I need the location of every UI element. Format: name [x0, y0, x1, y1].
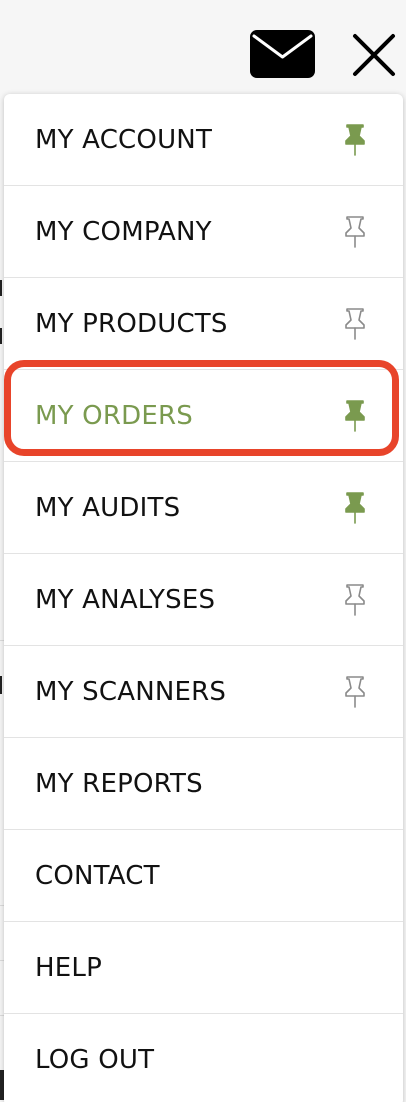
menu-item-label: HELP: [35, 952, 102, 983]
pin-filled-icon[interactable]: [342, 491, 368, 525]
pin-filled-icon[interactable]: [342, 123, 368, 157]
menu-item-label: LOG OUT: [35, 1045, 155, 1075]
background-text-fragment: [0, 328, 2, 344]
menu-item-my-products[interactable]: MY PRODUCTS: [4, 278, 403, 370]
menu-item-label: MY REPORTS: [35, 768, 203, 799]
background-text-fragment: [0, 676, 2, 694]
close-icon[interactable]: [352, 33, 396, 77]
menu-item-label: MY SCANNERS: [35, 676, 227, 707]
menu-item-label: MY PRODUCTS: [35, 308, 228, 339]
navigation-menu: MY ACCOUNT MY COMPANY MY PRODUCTS MY ORDERS…: [4, 94, 403, 1102]
menu-item-label: MY COMPANY: [35, 216, 212, 247]
menu-item-label: MY AUDITS: [35, 492, 181, 523]
menu-item-help[interactable]: HELP: [4, 922, 403, 1014]
menu-item-my-company[interactable]: MY COMPANY: [4, 186, 403, 278]
pin-outline-icon[interactable]: [342, 583, 368, 617]
pin-outline-icon[interactable]: [342, 675, 368, 709]
menu-item-my-orders[interactable]: MY ORDERS: [4, 370, 403, 462]
menu-item-my-reports[interactable]: MY REPORTS: [4, 738, 403, 830]
menu-item-label: MY ACCOUNT: [35, 124, 213, 155]
mail-icon[interactable]: [250, 30, 315, 78]
menu-item-my-analyses[interactable]: MY ANALYSES: [4, 554, 403, 646]
menu-item-label: MY ANALYSES: [35, 584, 216, 615]
menu-item-label: MY ORDERS: [35, 400, 193, 431]
pin-outline-icon[interactable]: [342, 307, 368, 341]
pin-outline-icon[interactable]: [342, 215, 368, 249]
menu-item-log-out[interactable]: LOG OUT: [4, 1014, 403, 1102]
background-text-fragment: [0, 280, 2, 296]
pin-filled-icon[interactable]: [342, 399, 368, 433]
menu-item-contact[interactable]: CONTACT: [4, 830, 403, 922]
menu-item-my-audits[interactable]: MY AUDITS: [4, 462, 403, 554]
menu-item-my-scanners[interactable]: MY SCANNERS: [4, 646, 403, 738]
menu-item-my-account[interactable]: MY ACCOUNT: [4, 94, 403, 186]
menu-item-label: CONTACT: [35, 860, 160, 891]
page: MY ACCOUNT MY COMPANY MY PRODUCTS MY ORDERS…: [0, 0, 406, 1102]
